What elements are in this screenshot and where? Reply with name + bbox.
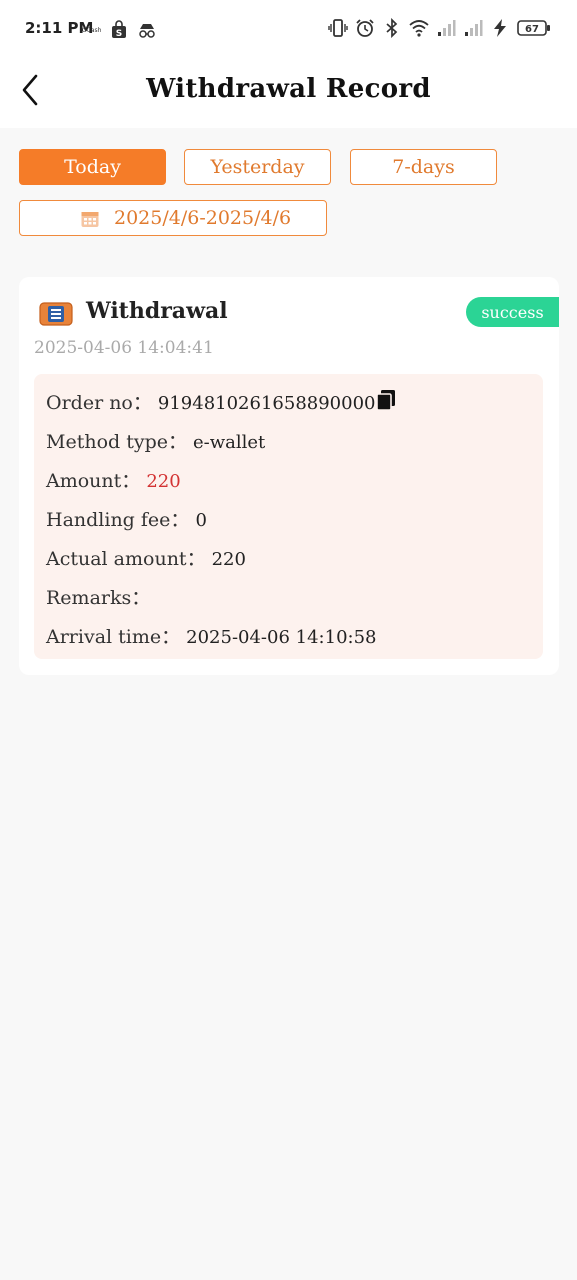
battery-icon: 67: [517, 20, 550, 36]
filter-7days-button[interactable]: 7-days: [350, 149, 497, 185]
order-no-value: 91948102616588900001: [157, 393, 387, 414]
incognito-icon: [139, 24, 156, 38]
status-right-icons: 67: [328, 18, 551, 38]
arrival-time-label: Arrival time: [46, 626, 162, 648]
separator: ：: [121, 470, 141, 492]
shopee-bag-icon: S: [112, 20, 127, 39]
record-title: Withdrawal: [86, 298, 228, 324]
actual-amount-row: Actual amount ： 220: [46, 544, 246, 571]
actual-amount-label: Actual amount: [46, 548, 187, 570]
alarm-icon: [356, 19, 374, 37]
battery-level: 67: [525, 24, 539, 35]
status-bar: 2:11 PM GCash S 67: [0, 0, 577, 58]
page-header: Withdrawal Record: [0, 58, 577, 128]
arrival-time-value: 2025-04-06 14:10:58: [186, 627, 377, 648]
amount-row: Amount ： 220: [46, 466, 181, 493]
separator: ：: [132, 392, 152, 414]
amount-value: 220: [146, 471, 181, 492]
signal-icon: [438, 20, 456, 36]
wallet-icon: [39, 302, 73, 326]
gcash-icon: GCash: [82, 26, 102, 34]
arrival-time-row: Arrival time ： 2025-04-06 14:10:58: [46, 622, 377, 649]
separator: ：: [168, 431, 188, 453]
withdrawal-record-card[interactable]: Withdrawal success 2025-04-06 14:04:41 O…: [19, 277, 559, 675]
svg-text:S: S: [116, 29, 122, 39]
charging-icon: [494, 19, 506, 37]
actual-amount-value: 220: [211, 549, 246, 570]
separator: ：: [170, 509, 190, 531]
record-time: 2025-04-06 14:04:41: [34, 338, 214, 358]
date-range-text: 2025/4/6-2025/4/6: [114, 207, 292, 229]
handling-fee-label: Handling fee: [46, 509, 171, 531]
calendar-icon: [81, 212, 99, 227]
method-type-value: e-wallet: [193, 432, 266, 453]
record-details: Order no ： 91948102616588900001 Method t…: [34, 374, 543, 659]
separator: ：: [186, 548, 206, 570]
order-no-row: Order no ： 91948102616588900001: [46, 388, 387, 415]
method-type-row: Method type ： e-wallet: [46, 427, 265, 454]
amount-label: Amount: [46, 470, 122, 492]
filter-yesterday-button[interactable]: Yesterday: [184, 149, 331, 185]
page-title: Withdrawal Record: [146, 74, 431, 104]
method-type-label: Method type: [46, 431, 168, 453]
separator: ：: [161, 626, 181, 648]
remarks-label: Remarks: [46, 587, 132, 609]
copy-icon[interactable]: [374, 388, 398, 412]
date-range-picker[interactable]: 2025/4/6-2025/4/6: [19, 200, 327, 236]
filter-today-button[interactable]: Today: [19, 149, 166, 185]
separator: ：: [131, 587, 151, 609]
remarks-row: Remarks ：: [46, 583, 156, 610]
status-left-icons: GCash S: [82, 20, 157, 40]
wifi-icon: [409, 20, 429, 37]
handling-fee-row: Handling fee ： 0: [46, 505, 207, 532]
handling-fee-value: 0: [195, 510, 207, 531]
status-badge: success: [466, 297, 559, 327]
vibrate-icon: [328, 19, 348, 37]
signal-icon-2: [465, 20, 483, 36]
bluetooth-icon: [386, 18, 398, 38]
order-no-label: Order no: [46, 392, 133, 414]
